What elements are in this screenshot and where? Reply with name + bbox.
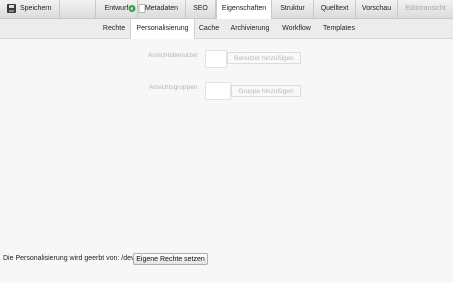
undo-redo-button[interactable] bbox=[60, 0, 146, 18]
tab-seo[interactable]: SEO bbox=[186, 0, 216, 18]
main-toolbar: Speichern Entwurf Metadaten SEO Eigensch… bbox=[0, 0, 453, 19]
subtab-bar: Rechte Personalisierung Cache Archivieru… bbox=[0, 19, 453, 39]
view-groups-label: Ansichtsgruppen bbox=[149, 84, 198, 91]
tab-eigenschaften[interactable]: Eigenschaften bbox=[216, 0, 272, 19]
inheritance-info: Die Personalisierung wird geerbt von: /d… bbox=[3, 255, 135, 262]
tab-entwurf[interactable]: Entwurf bbox=[96, 0, 138, 18]
subtab-personalisierung[interactable]: Personalisierung bbox=[130, 19, 195, 39]
subtab-cache[interactable]: Cache bbox=[193, 19, 225, 38]
tab-editoransicht[interactable]: Editoransicht bbox=[398, 0, 453, 18]
tab-quelltext[interactable]: Quelltext bbox=[314, 0, 356, 18]
subtab-templates[interactable]: Templates bbox=[318, 19, 360, 38]
add-group-button[interactable]: Gruppe hinzufügen bbox=[231, 85, 301, 97]
view-groups-list[interactable] bbox=[205, 82, 231, 100]
add-user-button[interactable]: Benutzer hinzufügen bbox=[227, 52, 301, 64]
save-button[interactable]: Speichern bbox=[0, 0, 60, 18]
subtab-workflow[interactable]: Workflow bbox=[275, 19, 318, 38]
view-users-label: Ansichtsbenutzer bbox=[148, 52, 198, 59]
subtab-rechte[interactable]: Rechte bbox=[98, 19, 130, 38]
save-label: Speichern bbox=[20, 5, 52, 12]
set-own-rights-button[interactable]: Eigene Rechte setzen bbox=[133, 253, 208, 265]
view-users-list[interactable] bbox=[205, 50, 227, 68]
personalization-panel bbox=[0, 39, 453, 283]
tab-vorschau[interactable]: Vorschau bbox=[356, 0, 398, 18]
tab-struktur[interactable]: Struktur bbox=[272, 0, 314, 18]
tab-metadaten[interactable]: Metadaten bbox=[138, 0, 186, 18]
save-icon bbox=[7, 4, 16, 13]
subtab-archivierung[interactable]: Archivierung bbox=[225, 19, 275, 38]
